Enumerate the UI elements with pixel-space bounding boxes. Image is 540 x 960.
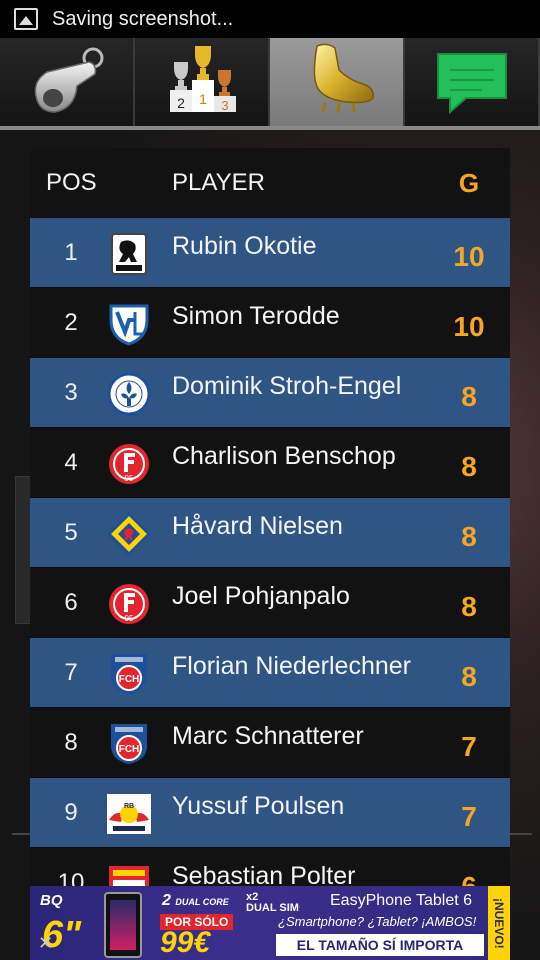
ad-close-icon[interactable]: ✕ bbox=[38, 933, 53, 954]
chat-icon bbox=[436, 53, 507, 115]
svg-text:FCH: FCH bbox=[119, 744, 140, 755]
header-goals: G bbox=[458, 167, 480, 198]
row-player: Sebastian Polter bbox=[172, 862, 356, 888]
table-row[interactable]: 10 Sebastian Polter 6 bbox=[30, 848, 510, 888]
ad-tagline: ¿Smartphone? ¿Tablet? ¡AMBOS! bbox=[278, 914, 477, 929]
whistle-icon bbox=[34, 47, 103, 113]
table-row[interactable]: 1 Rubin Okotie 10 bbox=[30, 218, 510, 288]
svg-text:95: 95 bbox=[125, 614, 134, 623]
row-player: Håvard Nielsen bbox=[172, 512, 343, 540]
f95-crest-icon: 95 bbox=[109, 444, 149, 484]
lion-crest-icon bbox=[111, 233, 147, 275]
table-row[interactable]: 4 95 Charlison Benschop 8 bbox=[30, 428, 510, 498]
table-header: POS PLAYER G bbox=[30, 148, 510, 218]
ad-price: 99€ bbox=[160, 926, 211, 959]
svg-text:95: 95 bbox=[125, 474, 134, 483]
row-player: Marc Schnatterer bbox=[172, 722, 364, 750]
ad-banner[interactable]: BQ 6" 2 DUAL CORE x2 DUAL SIM POR SÓLO 99… bbox=[30, 886, 510, 960]
table-row[interactable]: 9 RB Yussuf Poulsen 7 bbox=[30, 778, 510, 848]
image-icon bbox=[14, 8, 38, 30]
tab-scorers[interactable] bbox=[270, 38, 405, 126]
table-row[interactable]: 2 Simon Terodde 10 bbox=[30, 288, 510, 358]
svg-text:2: 2 bbox=[177, 95, 185, 111]
row-goals: 8 bbox=[461, 381, 477, 412]
ad-slogan: EL TAMAÑO SÍ IMPORTA bbox=[276, 934, 484, 956]
table-row[interactable]: 5 Håvard Nielsen 8 bbox=[30, 498, 510, 568]
ad-new-badge: ¡NUEVO! bbox=[488, 886, 510, 960]
row-player: Dominik Stroh-Engel bbox=[172, 372, 402, 400]
row-pos: 4 bbox=[64, 449, 78, 476]
row-pos: 2 bbox=[64, 309, 78, 336]
union-crest-icon bbox=[109, 866, 149, 888]
row-player: Yussuf Poulsen bbox=[172, 792, 345, 820]
rb-crest-icon: RB bbox=[107, 794, 151, 834]
svg-text:RB: RB bbox=[124, 803, 134, 810]
row-pos: 6 bbox=[64, 589, 78, 616]
row-pos: 7 bbox=[64, 659, 78, 686]
tab-matches[interactable] bbox=[0, 38, 135, 126]
tab-standings[interactable]: 2 1 3 bbox=[135, 38, 270, 126]
row-goals: 8 bbox=[461, 661, 477, 692]
row-player: Charlison Benschop bbox=[172, 442, 396, 470]
row-pos: 1 bbox=[64, 239, 78, 266]
lily-crest-icon bbox=[107, 372, 151, 416]
header-player: PLAYER bbox=[172, 169, 265, 196]
lion-diamond-crest-icon bbox=[107, 512, 151, 556]
row-pos: 9 bbox=[64, 799, 78, 826]
fch-crest-icon: FCH bbox=[111, 724, 147, 764]
fch-crest-icon: FCH bbox=[111, 654, 147, 694]
status-bar: Saving screenshot... bbox=[0, 0, 540, 38]
ad-product: EasyPhone Tablet 6 bbox=[330, 892, 473, 909]
ad-core: 2 DUAL CORE bbox=[162, 892, 229, 909]
trophy-podium-icon: 2 1 3 bbox=[169, 46, 236, 113]
row-goals: 6 bbox=[461, 871, 477, 888]
tab-bar: 2 1 3 bbox=[0, 38, 540, 130]
svg-text:FCH: FCH bbox=[119, 674, 140, 685]
row-player: Florian Niederlechner bbox=[172, 652, 412, 680]
f95-crest-icon: 95 bbox=[109, 584, 149, 624]
row-goals: 8 bbox=[461, 591, 477, 622]
golden-boot-icon bbox=[313, 43, 374, 114]
row-pos: 3 bbox=[64, 379, 78, 406]
row-goals: 8 bbox=[461, 451, 477, 482]
tab-chat[interactable] bbox=[405, 38, 540, 126]
table-row[interactable]: 3 Dominik Stroh-Engel 8 bbox=[30, 358, 510, 428]
table-row[interactable]: 7 FCH Florian Niederlechner 8 bbox=[30, 638, 510, 708]
row-goals: 8 bbox=[461, 521, 477, 552]
row-goals: 10 bbox=[453, 311, 485, 342]
row-player: Joel Pohjanpalo bbox=[172, 582, 350, 610]
svg-text:3: 3 bbox=[221, 98, 228, 113]
header-pos: POS bbox=[46, 169, 97, 196]
svg-text:1: 1 bbox=[199, 91, 207, 107]
ad-phone-image bbox=[104, 892, 142, 958]
vfl-crest-icon bbox=[109, 304, 149, 346]
row-goals: 7 bbox=[461, 801, 477, 832]
row-pos: 5 bbox=[64, 519, 78, 546]
row-player: Rubin Okotie bbox=[172, 232, 317, 260]
table-row[interactable]: 8 FCH Marc Schnatterer 7 bbox=[30, 708, 510, 778]
row-player: Simon Terodde bbox=[172, 302, 340, 330]
scorers-table[interactable]: POS PLAYER G 1 Rubin Okotie 10 2 Simon T… bbox=[30, 148, 510, 888]
row-goals: 10 bbox=[453, 241, 485, 272]
row-goals: 7 bbox=[461, 731, 477, 762]
ad-brand: BQ bbox=[40, 892, 63, 909]
row-pos: 8 bbox=[64, 729, 78, 756]
row-pos: 10 bbox=[57, 869, 85, 888]
ad-dual-sim: x2 DUAL SIM bbox=[246, 891, 299, 914]
table-row[interactable]: 6 95 Joel Pohjanpalo 8 bbox=[30, 568, 510, 638]
status-text: Saving screenshot... bbox=[52, 7, 234, 30]
